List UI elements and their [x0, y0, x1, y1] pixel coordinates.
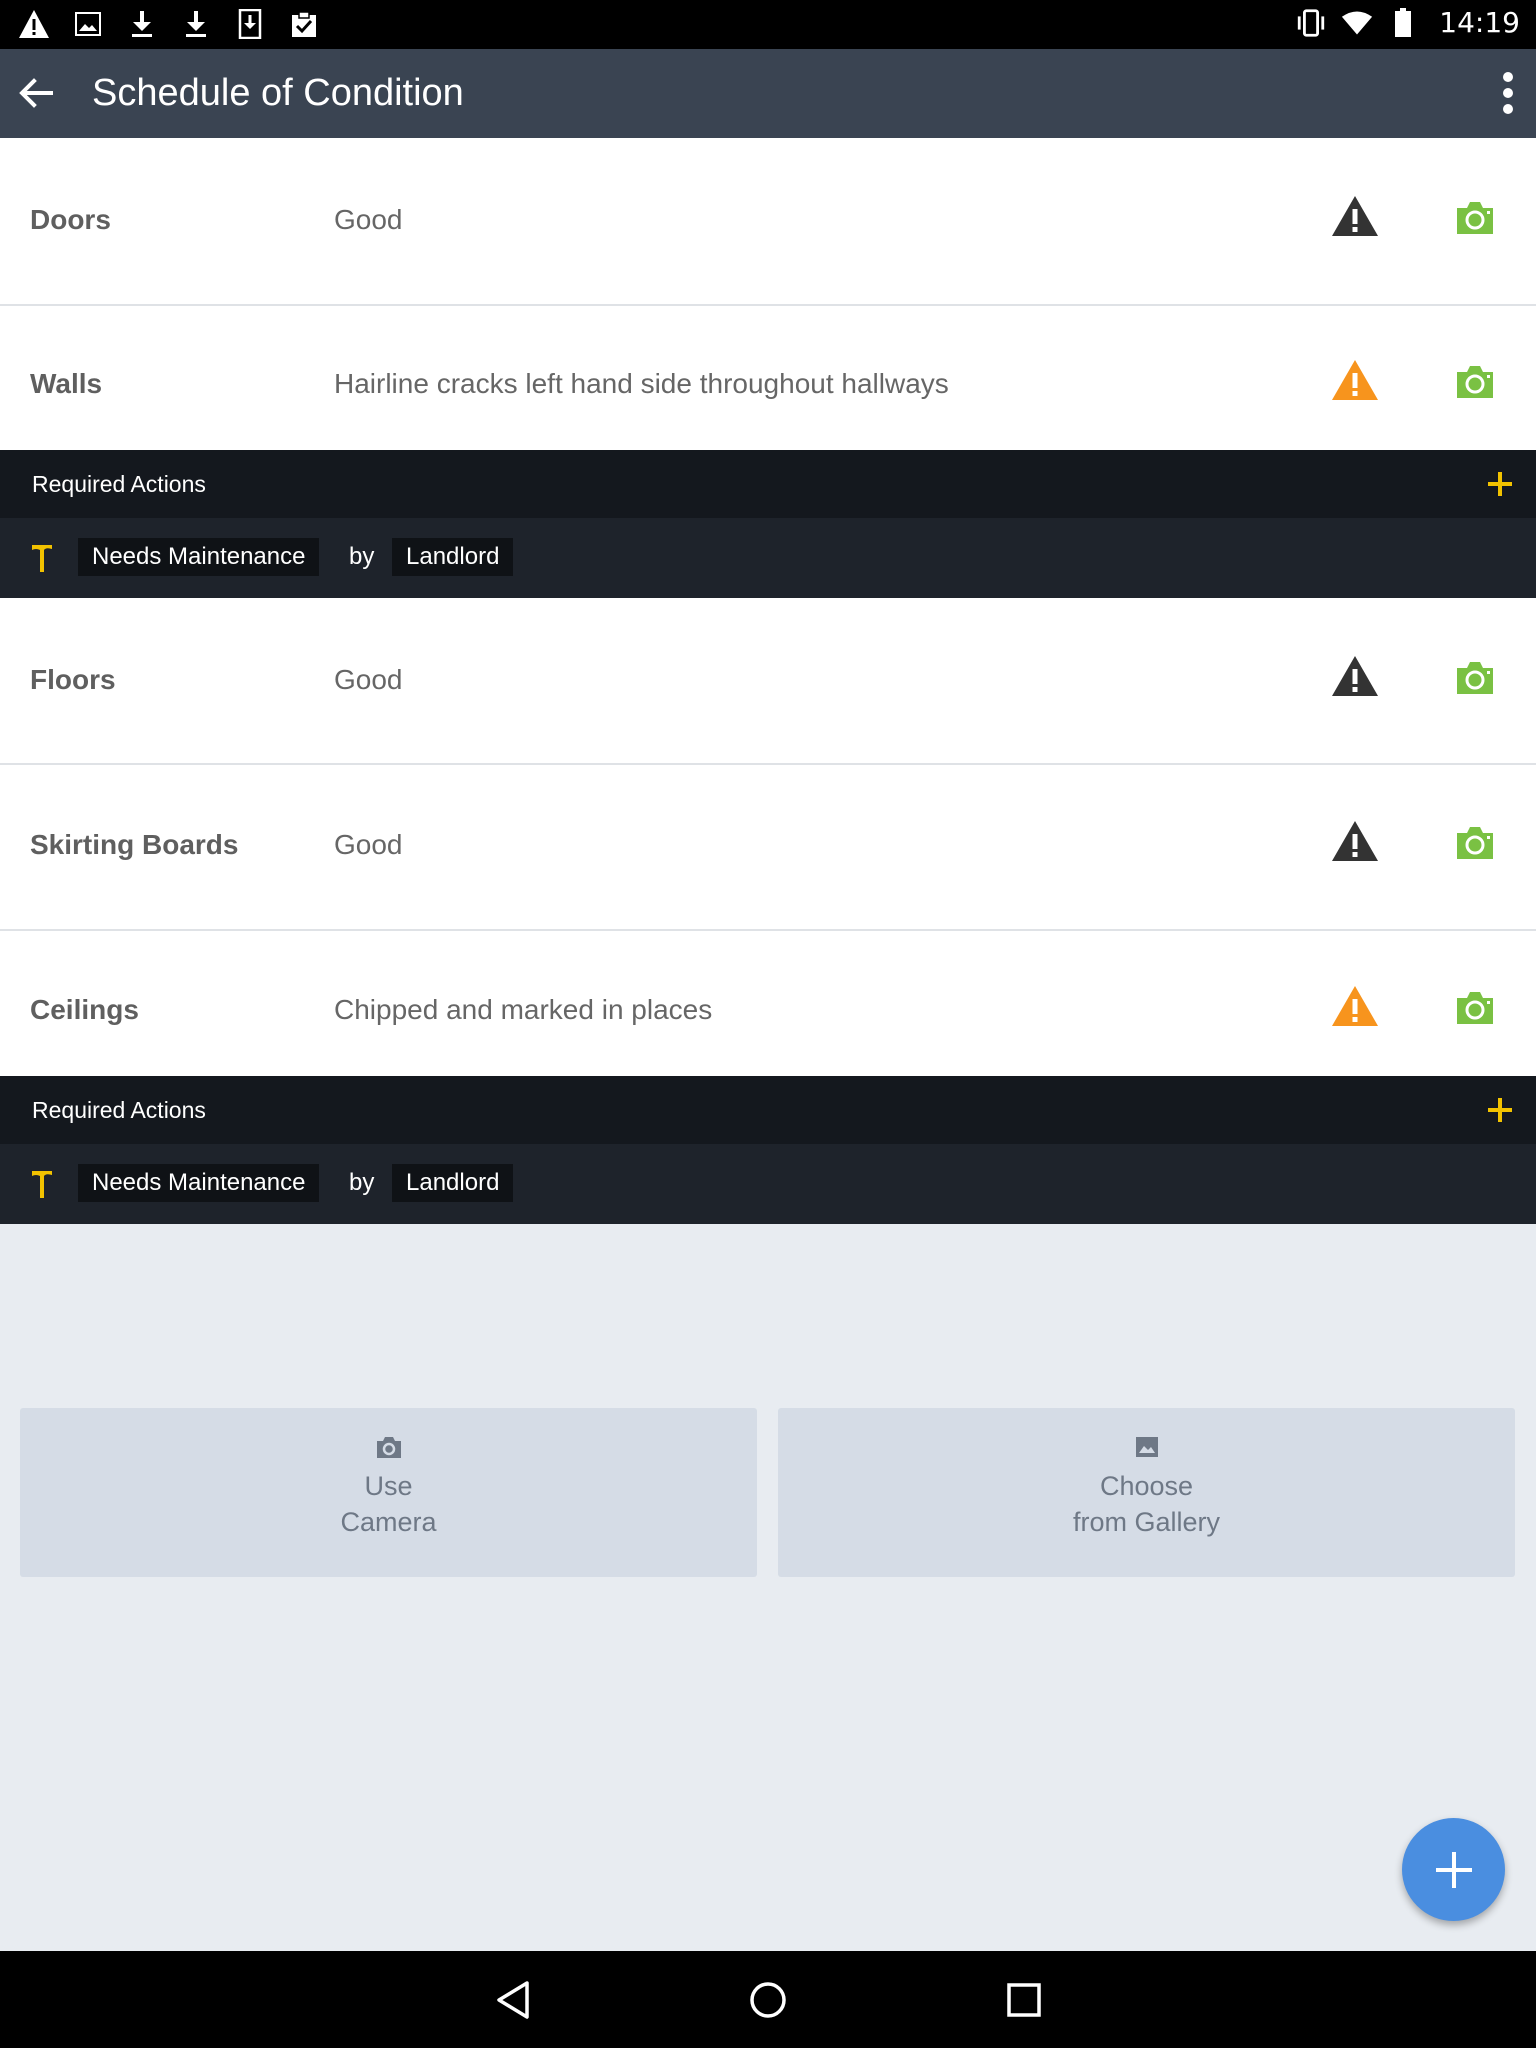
gallery-line1: Choose [1099, 1471, 1194, 1501]
triangle-back-icon [497, 1981, 529, 2019]
camera-icon[interactable] [1453, 988, 1497, 1028]
clipboard-check-icon [288, 8, 320, 40]
square-recents-icon [1007, 1983, 1041, 2017]
required-actions-panel: Required Actions Needs Maintenance by La… [0, 450, 1536, 598]
arrow-back-icon [19, 78, 53, 108]
status-bar: 14:19 [0, 0, 1536, 49]
responsible-party-chip[interactable]: Landlord [392, 1164, 514, 1202]
back-button[interactable] [8, 65, 64, 121]
add-action-button[interactable] [1480, 464, 1520, 504]
system-nav-bar [0, 1951, 1536, 2048]
warning-icon [18, 8, 50, 40]
warning-icon[interactable] [1330, 819, 1380, 863]
use-camera-line1: Use [364, 1471, 413, 1501]
warning-icon[interactable] [1330, 358, 1380, 402]
gallery-line2: from Gallery [1072, 1507, 1221, 1537]
image-icon [72, 8, 104, 40]
camera-icon[interactable] [1453, 823, 1497, 863]
add-fab-button[interactable] [1402, 1818, 1505, 1921]
more-vert-icon [1503, 72, 1513, 114]
camera-icon[interactable] [1453, 198, 1497, 238]
notification-icons [18, 8, 320, 40]
required-actions-title: Required Actions [32, 1097, 206, 1123]
condition-row-ceilings[interactable]: Ceilings Chipped and marked in places [0, 931, 1536, 1076]
item-name: Doors [30, 204, 111, 235]
item-name: Ceilings [30, 994, 139, 1025]
overflow-menu-button[interactable] [1484, 65, 1532, 121]
battery-icon [1387, 7, 1419, 39]
download-box-icon [234, 8, 266, 40]
warning-icon[interactable] [1330, 194, 1380, 238]
action-item[interactable]: Needs Maintenance by Landlord [0, 518, 1536, 598]
condition-row-skirting-boards[interactable]: Skirting Boards Good [0, 765, 1536, 931]
use-camera-line2: Camera [340, 1507, 437, 1537]
action-item[interactable]: Needs Maintenance by Landlord [0, 1144, 1536, 1224]
required-actions-panel: Required Actions Needs Maintenance by La… [0, 1076, 1536, 1224]
item-name: Skirting Boards [30, 829, 239, 860]
action-type-chip[interactable]: Needs Maintenance [78, 538, 320, 576]
download-icon [180, 8, 212, 40]
condition-row-floors[interactable]: Floors Good [0, 598, 1536, 765]
nav-recents-button[interactable] [999, 1975, 1049, 2025]
circle-home-icon [750, 1982, 786, 2018]
hammer-icon [32, 545, 52, 572]
required-actions-title: Required Actions [32, 471, 206, 497]
item-condition: Hairline cracks left hand side throughou… [334, 368, 949, 399]
nav-back-button[interactable] [488, 1975, 538, 2025]
page-title: Schedule of Condition [92, 72, 464, 114]
responsible-party-chip[interactable]: Landlord [392, 538, 514, 576]
add-action-button[interactable] [1480, 1090, 1520, 1130]
item-condition: Good [334, 664, 403, 695]
choose-from-gallery-button[interactable]: Choose from Gallery [778, 1408, 1515, 1577]
condition-list: Doors Good Walls Hairline cracks left ha… [0, 138, 1536, 1224]
warning-icon[interactable] [1330, 984, 1380, 1028]
condition-row-doors[interactable]: Doors Good [0, 138, 1536, 306]
hammer-icon [32, 1171, 52, 1198]
warning-icon[interactable] [1330, 654, 1380, 698]
camera-icon [376, 1437, 401, 1458]
plus-icon [1435, 1851, 1472, 1888]
image-icon [1135, 1437, 1158, 1457]
required-actions-header: Required Actions [0, 450, 1536, 518]
camera-icon[interactable] [1453, 658, 1497, 698]
by-label: by [349, 1169, 375, 1196]
system-icons: 14:19 [1295, 6, 1520, 39]
required-actions-header: Required Actions [0, 1076, 1536, 1144]
item-condition: Good [334, 829, 403, 860]
clock: 14:19 [1439, 6, 1520, 39]
use-camera-button[interactable]: Use Camera [20, 1408, 757, 1577]
wifi-icon [1341, 7, 1373, 39]
item-name: Floors [30, 664, 116, 695]
camera-icon[interactable] [1453, 362, 1497, 402]
download-icon [126, 8, 158, 40]
item-condition: Good [334, 204, 403, 235]
by-label: by [349, 543, 375, 570]
condition-row-walls[interactable]: Walls Hairline cracks left hand side thr… [0, 306, 1536, 450]
item-condition: Chipped and marked in places [334, 994, 713, 1025]
nav-home-button[interactable] [743, 1975, 793, 2025]
vibrate-icon [1295, 7, 1327, 39]
action-type-chip[interactable]: Needs Maintenance [78, 1164, 320, 1202]
app-bar: Schedule of Condition [0, 49, 1536, 138]
item-name: Walls [30, 368, 103, 399]
